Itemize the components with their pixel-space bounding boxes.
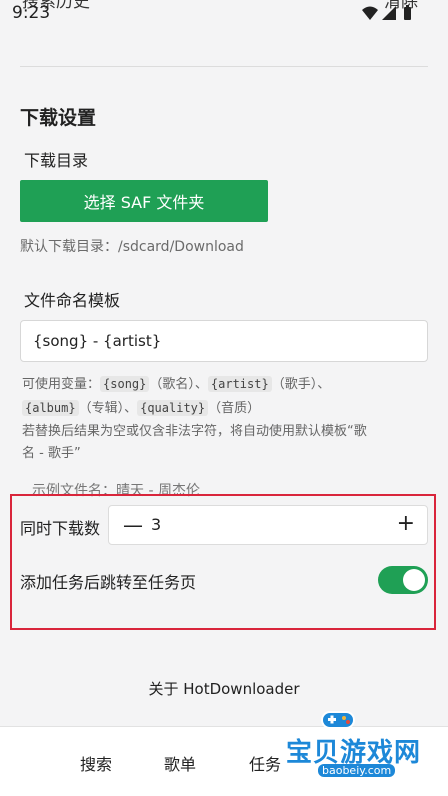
download-directory-label: 下载目录 (24, 151, 89, 170)
fallback-hint-line-1: 若替换后结果为空或仅含非法字符，将自动使用默认模板“歌 (22, 424, 367, 439)
jump-to-tasks-toggle[interactable] (378, 566, 428, 594)
status-time: 9:23 (12, 3, 51, 23)
watermark-logo: 宝贝游戏网 baobeiy.com (272, 700, 448, 796)
watermark-url: baobeiy.com (318, 764, 396, 777)
naming-template-label: 文件命名模板 (24, 291, 121, 310)
status-icons (360, 4, 416, 22)
about-link[interactable]: 关于 HotDownloader (0, 678, 448, 699)
variable-desc: （歌名）、 (149, 377, 208, 392)
section-divider (20, 66, 428, 67)
variable-desc: （专辑）、 (78, 401, 138, 416)
variables-prefix: 可使用变量： (22, 377, 101, 392)
variable-chip: {song} (100, 376, 150, 392)
variable-chip: {quality} (137, 400, 209, 416)
concurrent-downloads-value[interactable]: 3 (151, 515, 161, 534)
gamepad-icon (321, 711, 355, 729)
variables-hint-line-2: {album} （专辑）、 {quality} （音质） (22, 396, 260, 421)
select-saf-folder-button[interactable]: 选择 SAF 文件夹 (20, 180, 268, 222)
nav-tab-search[interactable]: 搜索 (80, 751, 112, 775)
default-directory-text: 默认下载目录：/sdcard/Download (20, 239, 244, 255)
download-settings-title: 下载设置 (20, 107, 97, 129)
variable-desc: （歌手）、 (271, 377, 331, 392)
nav-tab-playlists[interactable]: 歌单 (164, 751, 196, 775)
naming-template-input[interactable]: {song} - {artist} (20, 320, 428, 362)
variable-chip: {artist} (207, 376, 272, 392)
concurrent-downloads-label: 同时下载数 (20, 519, 101, 538)
fallback-hint-line-2: 名 - 歌手” (22, 446, 81, 461)
battery-icon (404, 5, 411, 20)
concurrent-downloads-stepper: — 3 + (108, 505, 428, 545)
signal-icon (382, 6, 396, 20)
variables-hint-line-1: 可使用变量： {song} （歌名）、 {artist} （歌手）、 (22, 372, 330, 397)
toggle-knob (403, 569, 425, 591)
variable-desc: （音质） (208, 401, 261, 416)
wifi-icon (362, 6, 378, 20)
increment-button[interactable]: + (397, 511, 415, 537)
variable-chip: {album} (22, 400, 79, 416)
decrement-button[interactable]: — (123, 512, 143, 538)
jump-to-tasks-label: 添加任务后跳转至任务页 (20, 573, 197, 592)
